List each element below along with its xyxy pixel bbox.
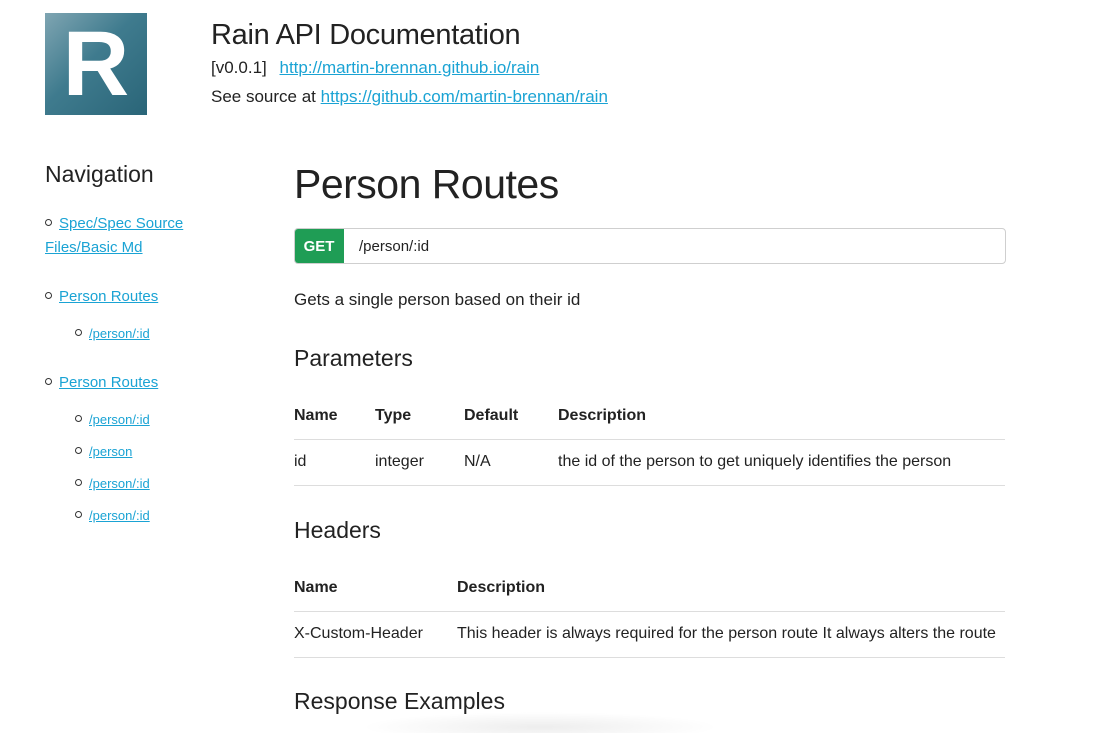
headers-heading: Headers	[294, 517, 381, 543]
column-header: Default	[464, 393, 558, 440]
method-badge: GET	[295, 229, 344, 263]
table-row: X-Custom-Header This header is always re…	[294, 611, 1005, 658]
bullet-icon	[45, 378, 52, 385]
bullet-icon	[75, 447, 82, 454]
nav-subitem: /person/:id	[75, 474, 245, 494]
nav-link-person-id[interactable]: /person/:id	[89, 412, 150, 427]
bullet-icon	[45, 292, 52, 299]
nav-subitem: /person/:id	[75, 410, 245, 430]
sidebar-navigation: Navigation Spec/Spec Source Files/Basic …	[45, 160, 245, 526]
endpoint-path: /person/:id	[359, 237, 430, 255]
page-title: Person Routes	[294, 161, 559, 207]
nav-link-person-id[interactable]: /person/:id	[89, 476, 150, 491]
nav-link-person[interactable]: /person	[89, 444, 132, 459]
parameters-table: Name Type Default Description id integer…	[294, 393, 1005, 486]
table-cell: N/A	[464, 439, 558, 486]
endpoint-bar[interactable]: GET /person/:id	[294, 228, 1006, 264]
endpoint-description: Gets a single person based on their id	[294, 290, 581, 309]
nav-subitem: /person/:id	[75, 506, 245, 526]
nav-link-person-routes[interactable]: Person Routes	[59, 288, 158, 305]
nav-subitem: /person	[75, 442, 245, 462]
scroll-shadow	[360, 712, 720, 733]
column-header: Name	[294, 393, 375, 440]
nav-item-person-routes: Person Routes	[45, 371, 245, 395]
site-link[interactable]: http://martin-brennan.github.io/rain	[280, 58, 540, 77]
table-row: id integer N/A the id of the person to g…	[294, 439, 1005, 486]
version-line: [v0.0.1] http://martin-brennan.github.io…	[211, 58, 608, 78]
nav-link-spec[interactable]: Spec/Spec Source Files/Basic Md	[45, 215, 183, 256]
table-header-row: Name Type Default Description	[294, 393, 1005, 440]
table-cell: integer	[375, 439, 464, 486]
source-link[interactable]: https://github.com/martin-brennan/rain	[321, 87, 608, 106]
column-header: Description	[558, 393, 1005, 440]
doc-title: Rain API Documentation	[211, 19, 521, 51]
page-header: Rain API Documentation [v0.0.1] http://m…	[211, 18, 608, 107]
nav-link-person-id[interactable]: /person/:id	[89, 326, 150, 341]
table-header-row: Name Description	[294, 565, 1005, 612]
rain-logo: R	[45, 13, 147, 115]
bullet-icon	[75, 415, 82, 422]
nav-list: Spec/Spec Source Files/Basic Md Person R…	[45, 212, 245, 526]
nav-link-person-routes[interactable]: Person Routes	[59, 374, 158, 391]
table-cell: This header is always required for the p…	[457, 611, 1005, 658]
nav-item-person-routes: Person Routes	[45, 285, 245, 309]
nav-title: Navigation	[45, 161, 154, 187]
bullet-icon	[75, 479, 82, 486]
column-header: Description	[457, 565, 1005, 612]
table-cell: X-Custom-Header	[294, 611, 457, 658]
source-prefix: See source at	[211, 87, 316, 106]
source-line: See source at https://github.com/martin-…	[211, 87, 608, 107]
bullet-icon	[75, 329, 82, 336]
column-header: Name	[294, 565, 457, 612]
main-content: Person Routes GET /person/:id Gets a sin…	[294, 158, 1006, 714]
logo-letter: R	[62, 13, 130, 115]
bullet-icon	[45, 219, 52, 226]
column-header: Type	[375, 393, 464, 440]
parameters-heading: Parameters	[294, 345, 413, 371]
nav-link-person-id[interactable]: /person/:id	[89, 508, 150, 523]
table-cell: id	[294, 439, 375, 486]
nav-item-spec: Spec/Spec Source Files/Basic Md	[45, 212, 195, 260]
version-label: [v0.0.1]	[211, 58, 267, 77]
table-cell: the id of the person to get uniquely ide…	[558, 439, 1005, 486]
nav-subitem: /person/:id	[75, 324, 245, 344]
headers-table: Name Description X-Custom-Header This he…	[294, 565, 1005, 658]
bullet-icon	[75, 511, 82, 518]
response-examples-heading: Response Examples	[294, 688, 505, 714]
